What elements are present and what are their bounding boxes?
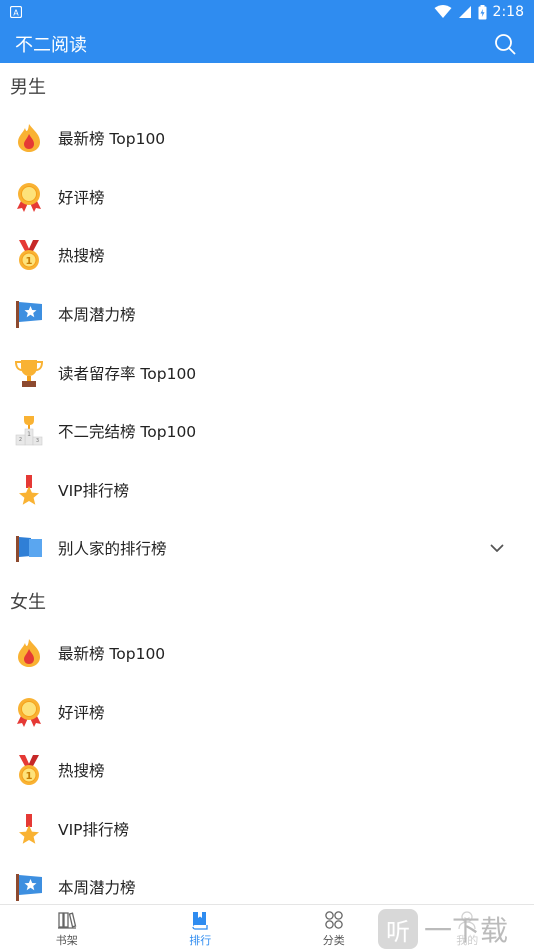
svg-text:2: 2 <box>19 437 22 443</box>
list-item-male-completed[interactable]: 1 2 3 不二完结榜 Top100 <box>0 402 534 461</box>
watermark-badge: 听 <box>378 909 418 949</box>
award-rosette-icon <box>12 180 46 214</box>
list-item-female-vip[interactable]: VIP排行榜 <box>0 800 534 859</box>
list-item-male-hot-search[interactable]: 1 热搜榜 <box>0 226 534 285</box>
list-item-label: 热搜榜 <box>58 247 105 266</box>
list-item-label: VIP排行榜 <box>58 481 130 500</box>
status-bar: A 2:18 <box>0 0 534 24</box>
star-medal-icon <box>12 473 46 507</box>
app-title: 不二阅读 <box>15 34 87 56</box>
list-item-label: 好评榜 <box>58 188 105 207</box>
list-item-label: 本周潜力榜 <box>58 306 136 325</box>
list-item-male-weekly-potential[interactable]: 本周潜力榜 <box>0 285 534 344</box>
list-item-male-good-review[interactable]: 好评榜 <box>0 168 534 227</box>
list-item-label: 别人家的排行榜 <box>58 540 167 559</box>
list-item-label: 热搜榜 <box>58 762 105 781</box>
list-item-male-others-ranking[interactable]: 别人家的排行榜 <box>0 519 534 578</box>
list-item-label: 最新榜 Top100 <box>58 130 166 149</box>
svg-text:3: 3 <box>36 438 39 444</box>
section-title-male: 男生 <box>10 77 46 98</box>
list-item-label: VIP排行榜 <box>58 820 130 839</box>
list-item-female-hot-search[interactable]: 1 热搜榜 <box>0 741 534 800</box>
list-item-female-weekly-potential[interactable]: 本周潜力榜 <box>0 858 534 904</box>
watermark: 听 一下载 <box>374 906 534 952</box>
gold-medal-icon: 1 <box>12 238 46 272</box>
svg-text:1: 1 <box>27 431 31 438</box>
chevron-down-icon[interactable] <box>490 541 504 555</box>
blue-flag-icon <box>12 531 46 565</box>
list-item-label: 不二完结榜 Top100 <box>58 423 197 442</box>
bookshelf-icon <box>57 911 77 929</box>
award-rosette-icon <box>12 695 46 729</box>
tab-label: 分类 <box>322 933 345 947</box>
search-icon[interactable] <box>494 33 516 55</box>
list-item-female-good-review[interactable]: 好评榜 <box>0 682 534 741</box>
book-icon <box>192 911 208 930</box>
status-right: 2:18 <box>434 4 524 20</box>
tab-label: 排行 <box>189 933 212 947</box>
tab-ranking[interactable]: 排行 <box>134 905 268 952</box>
svg-text:1: 1 <box>26 771 33 782</box>
watermark-text: 一下载 <box>424 914 509 947</box>
star-flag-icon <box>12 297 46 331</box>
category-grid-icon <box>325 910 343 929</box>
podium-icon: 1 2 3 <box>12 414 46 448</box>
list-item-male-retention[interactable]: 读者留存率 Top100 <box>0 343 534 402</box>
signal-icon <box>458 6 471 18</box>
notification-icon: A <box>10 6 22 18</box>
svg-text:1: 1 <box>26 256 33 267</box>
svg-text:A: A <box>13 9 19 18</box>
ranking-list: 男生 最新榜 Top100 好评榜 1 热搜榜 本周潜力榜 读者留存率 Top1… <box>0 63 534 904</box>
status-time: 2:18 <box>492 4 524 20</box>
list-item-male-newest[interactable]: 最新榜 Top100 <box>0 109 534 168</box>
flame-icon <box>12 636 46 670</box>
tab-bookshelf[interactable]: 书架 <box>0 905 134 952</box>
section-title-female: 女生 <box>10 591 46 613</box>
list-item-female-newest[interactable]: 最新榜 Top100 <box>0 624 534 683</box>
list-item-label: 最新榜 Top100 <box>58 645 166 664</box>
flame-icon <box>12 121 46 155</box>
app-bar: 不二阅读 <box>0 24 534 63</box>
list-item-label: 读者留存率 Top100 <box>58 364 197 383</box>
star-medal-icon <box>12 812 46 846</box>
star-flag-icon <box>12 870 46 904</box>
status-left: A <box>10 6 22 18</box>
tab-label: 书架 <box>55 933 78 947</box>
wifi-icon <box>434 5 452 18</box>
list-item-label: 本周潜力榜 <box>58 879 136 898</box>
gold-medal-icon: 1 <box>12 753 46 787</box>
list-item-label: 好评榜 <box>58 703 105 722</box>
list-item-male-vip[interactable]: VIP排行榜 <box>0 461 534 520</box>
trophy-icon <box>12 356 46 390</box>
battery-icon <box>478 4 487 19</box>
